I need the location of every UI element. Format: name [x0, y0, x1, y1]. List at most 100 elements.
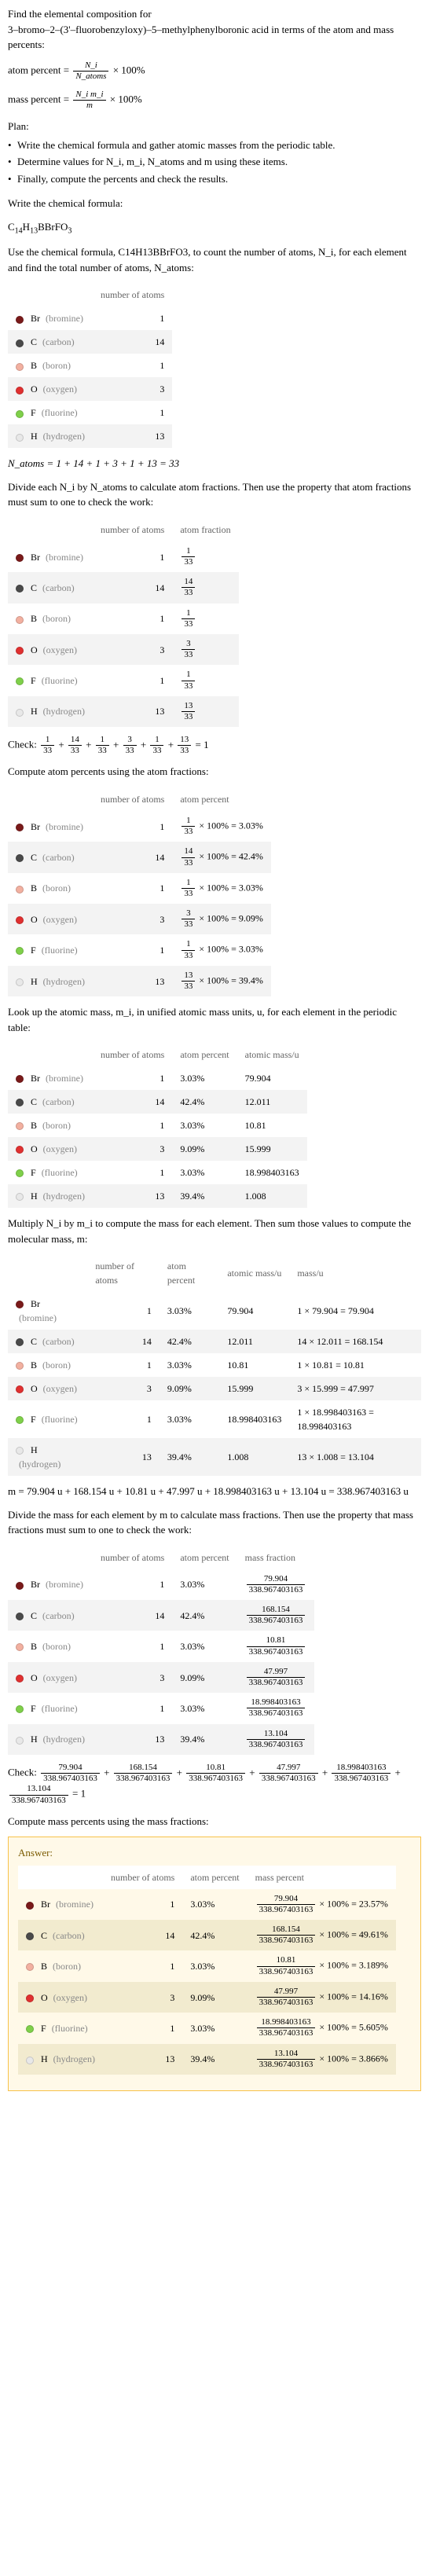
- element-symbol: O: [31, 914, 38, 925]
- element-cell: F (fluorine): [8, 1693, 93, 1723]
- element-name: (boron): [42, 360, 71, 371]
- element-name: (boron): [42, 613, 71, 624]
- fraction: 47.997338.967403163: [247, 1667, 306, 1688]
- table-row: B (boron) 1 3.03% 10.81338.967403163 × 1…: [18, 1950, 396, 1981]
- element-color-dot: [16, 1193, 24, 1201]
- element-symbol: H: [31, 1734, 38, 1745]
- n-atoms-value: 13: [103, 2044, 182, 2075]
- element-color-dot: [16, 824, 24, 831]
- table-row: H (hydrogen) 13 1333 × 100% = 39.4%: [8, 966, 271, 996]
- atomic-mass-value: 18.998403163: [237, 1161, 307, 1184]
- atom-pct-intro: Compute atom percents using the atom fra…: [8, 764, 421, 780]
- element-name: (bromine): [46, 1073, 83, 1084]
- col-atom-fraction: atom fraction: [172, 518, 238, 541]
- fraction: 13.104338.967403163: [257, 2049, 316, 2070]
- element-symbol: F: [31, 1414, 36, 1425]
- element-symbol: F: [31, 407, 36, 418]
- element-color-dot: [16, 554, 24, 562]
- element-color-dot: [16, 1169, 24, 1177]
- atom-percent-value: 3.03%: [160, 1400, 219, 1438]
- n-atoms-value: 3: [103, 1982, 182, 2013]
- fraction: 47.997338.967403163: [259, 1763, 318, 1784]
- element-symbol: B: [31, 360, 37, 371]
- atom-percent-value: 1433 × 100% = 42.4%: [172, 842, 271, 872]
- fraction: 333: [182, 639, 195, 660]
- element-name: (boron): [42, 1120, 71, 1131]
- atom-percent-value: 42.4%: [160, 1330, 219, 1353]
- n-atoms-value: 3: [93, 1662, 172, 1693]
- atom-percent-value: 42.4%: [172, 1600, 236, 1631]
- fraction: 47.997338.967403163: [257, 1987, 316, 2008]
- n-atoms-value: 14: [87, 1330, 160, 1353]
- frac-num: N_i m_i: [73, 90, 105, 101]
- element-color-dot: [16, 1338, 24, 1346]
- n-atoms-value: 1: [87, 1292, 160, 1330]
- element-symbol: C: [31, 582, 37, 593]
- table-atomic-mass: number of atoms atom percent atomic mass…: [8, 1043, 307, 1208]
- fraction: 133: [150, 735, 163, 756]
- mass-fraction-value: 47.997338.967403163: [237, 1662, 315, 1693]
- check-label: Check:: [8, 739, 39, 750]
- atomic-mass-value: 10.81: [237, 1114, 307, 1137]
- mass-check-trail: = 1: [72, 1788, 86, 1800]
- element-symbol: F: [41, 2023, 46, 2034]
- element-symbol: Br: [31, 1579, 40, 1590]
- fraction: 133: [182, 878, 195, 899]
- element-name: (hydrogen): [43, 431, 85, 442]
- fraction: 168.154338.967403163: [114, 1763, 173, 1784]
- element-symbol: F: [31, 1703, 36, 1714]
- element-symbol: O: [31, 1143, 38, 1154]
- fraction: 133: [182, 816, 195, 837]
- atom-fraction-value: 133: [172, 604, 238, 634]
- atom-percent-value: 39.4%: [172, 1724, 236, 1755]
- fraction: 133: [182, 608, 195, 629]
- element-cell: C (carbon): [8, 1600, 93, 1631]
- element-color-dot: [26, 2025, 34, 2033]
- col-number-of-atoms: number of atoms: [87, 1254, 160, 1292]
- col-atom-percent: atom percent: [160, 1254, 219, 1292]
- n-atoms-value: 1: [93, 1161, 172, 1184]
- element-cell: O (oxygen): [8, 377, 93, 401]
- element-symbol: C: [31, 852, 37, 863]
- element-symbol: Br: [31, 1073, 40, 1084]
- table-row: Br (bromine) 1: [8, 306, 172, 330]
- element-color-dot: [26, 1994, 34, 2002]
- atomic-mass-value: 12.011: [237, 1090, 307, 1114]
- element-name: (fluorine): [42, 407, 78, 418]
- element-name: (carbon): [42, 1336, 75, 1347]
- mass-u-value: 1 × 18.998403163 = 18.998403163: [289, 1400, 421, 1438]
- atom-percent-value: 9.09%: [182, 1982, 247, 2013]
- element-symbol: O: [31, 383, 38, 394]
- atom-percent-label: atom percent: [8, 64, 61, 75]
- table-row: O (oxygen) 3 9.09% 15.999: [8, 1137, 307, 1161]
- table-row: B (boron) 1 3.03% 10.81338.967403163: [8, 1631, 314, 1661]
- atom-percent-value: 133 × 100% = 3.03%: [172, 873, 271, 904]
- element-cell: O (oxygen): [8, 1137, 93, 1161]
- element-cell: O (oxygen): [8, 634, 93, 665]
- table-row: H (hydrogen) 13 39.4% 13.104338.96740316…: [8, 1724, 314, 1755]
- element-color-dot: [16, 1582, 24, 1590]
- element-symbol: H: [31, 1444, 38, 1455]
- element-symbol: H: [41, 2053, 48, 2064]
- atomic-mass-value: 18.998403163: [219, 1400, 289, 1438]
- mass-check: Check: 79.904338.967403163 + 168.154338.…: [8, 1763, 421, 1806]
- fraction: 18.998403163338.967403163: [332, 1763, 390, 1784]
- element-cell: Br (bromine): [8, 306, 93, 330]
- n-atoms-value: 1: [93, 1631, 172, 1661]
- element-color-dot: [16, 854, 24, 862]
- col-number-of-atoms: number of atoms: [93, 518, 172, 541]
- element-name: (bromine): [56, 1899, 94, 1910]
- col-number-of-atoms: number of atoms: [93, 787, 172, 811]
- table-row: B (boron) 1 133: [8, 604, 239, 634]
- col-atom-percent: atom percent: [172, 787, 271, 811]
- element-cell: H (hydrogen): [8, 1724, 93, 1755]
- element-symbol: B: [31, 883, 37, 894]
- n-atoms-value: 13: [93, 424, 172, 448]
- atom-percent-value: 133 × 100% = 3.03%: [172, 811, 271, 842]
- element-cell: B (boron): [8, 1631, 93, 1661]
- table-row: O (oxygen) 3 333 × 100% = 9.09%: [8, 904, 271, 934]
- n-atoms-value: 1: [93, 541, 172, 572]
- fraction: 133: [182, 546, 195, 567]
- n-atoms-value: 1: [103, 1950, 182, 1981]
- element-name: (boron): [42, 1360, 71, 1371]
